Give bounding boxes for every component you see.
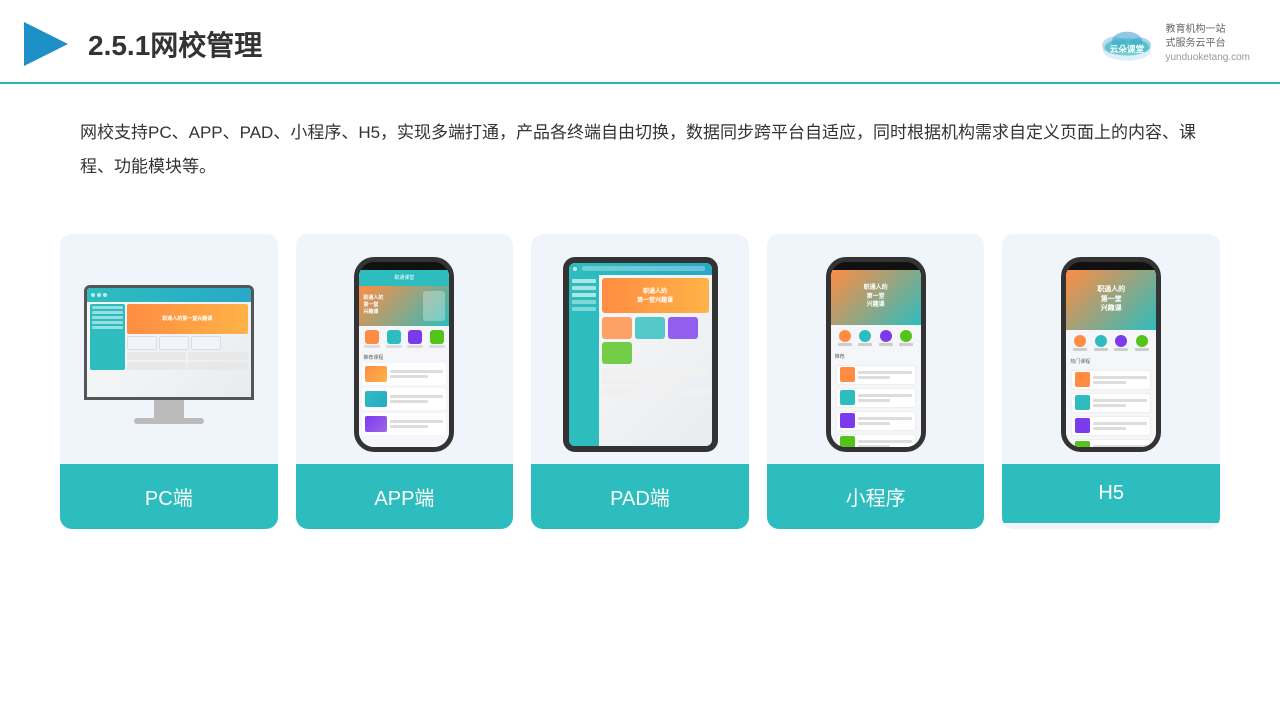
page-title: 2.5.1网校管理: [88, 24, 262, 64]
pad-tablet-body: 职通人的第一堂兴趣课: [563, 257, 718, 452]
description-content: 网校支持PC、APP、PAD、小程序、H5，实现多端打通，产品各终端自由切换，数…: [80, 123, 1196, 176]
card-h5: 职通人的第一堂兴趣课: [1002, 234, 1220, 529]
cloud-logo-icon: 云朵课堂: [1097, 24, 1157, 64]
logo-text: 教育机构一站 式服务云平台 yunduoketang.com: [1165, 23, 1250, 65]
card-pc: 职通人的第一堂兴趣课: [60, 234, 278, 529]
card-app: 职通课堂 职通人的第一堂兴趣课: [296, 234, 514, 529]
app-phone-mockup: 职通课堂 职通人的第一堂兴趣课: [354, 257, 454, 452]
card-pc-image: 职通人的第一堂兴趣课: [60, 234, 278, 464]
h5-phone-mockup: 职通人的第一堂兴趣课: [1061, 257, 1161, 452]
logo-slogan: 教育机构一站: [1165, 23, 1250, 37]
logo-url: yunduoketang.com: [1165, 51, 1250, 65]
card-miniprogram-image: 职通人的第一堂兴趣课: [767, 234, 985, 464]
card-pad-image: 职通人的第一堂兴趣课: [531, 234, 749, 464]
card-app-label: APP端: [296, 464, 514, 529]
miniprogram-phone-body: 职通人的第一堂兴趣课: [826, 257, 926, 452]
card-pc-label: PC端: [60, 464, 278, 529]
pad-tablet-mockup: 职通人的第一堂兴趣课: [563, 257, 718, 452]
play-icon: [20, 18, 72, 70]
description-text: 网校支持PC、APP、PAD、小程序、H5，实现多端打通，产品各终端自由切换，数…: [0, 84, 1280, 204]
card-app-image: 职通课堂 职通人的第一堂兴趣课: [296, 234, 514, 464]
svg-text:云朵课堂: 云朵课堂: [1110, 43, 1145, 54]
card-miniprogram-label: 小程序: [767, 464, 985, 529]
app-phone-body: 职通课堂 职通人的第一堂兴趣课: [354, 257, 454, 452]
card-h5-image: 职通人的第一堂兴趣课: [1002, 234, 1220, 464]
header-left: 2.5.1网校管理: [20, 18, 262, 70]
card-pad: 职通人的第一堂兴趣课: [531, 234, 749, 529]
card-pad-label: PAD端: [531, 464, 749, 529]
logo-area: 云朵课堂 教育机构一站 式服务云平台 yunduoketang.com: [1097, 23, 1250, 65]
monitor-screen: 职通人的第一堂兴趣课: [84, 285, 254, 400]
miniprogram-phone-mockup: 职通人的第一堂兴趣课: [826, 257, 926, 452]
logo-slogan2: 式服务云平台: [1165, 37, 1250, 51]
pc-monitor-mockup: 职通人的第一堂兴趣课: [84, 285, 254, 424]
card-h5-label: H5: [1002, 464, 1220, 523]
h5-phone-body: 职通人的第一堂兴趣课: [1061, 257, 1161, 452]
card-miniprogram: 职通人的第一堂兴趣课: [767, 234, 985, 529]
page-header: 2.5.1网校管理 云朵课堂 教育机构一站 式服务云平台 yunduoketan…: [0, 0, 1280, 84]
cards-container: 职通人的第一堂兴趣课: [0, 214, 1280, 529]
